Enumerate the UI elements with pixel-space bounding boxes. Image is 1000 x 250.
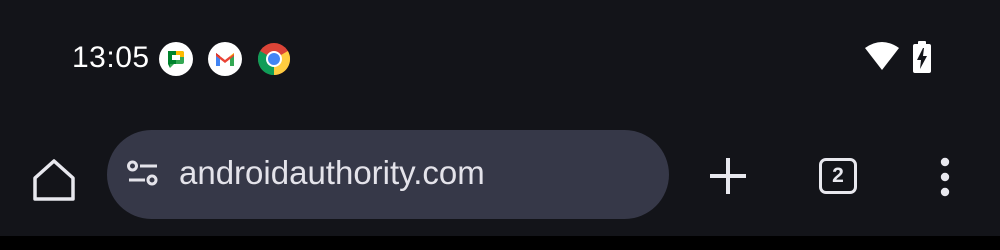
url-bar[interactable]: androidauthority.com	[107, 130, 669, 219]
browser-toolbar: androidauthority.com 2	[0, 110, 1000, 236]
google-chat-icon	[159, 42, 193, 76]
wifi-icon	[865, 42, 899, 70]
toolbar-divider	[0, 236, 1000, 250]
more-vert-icon[interactable]	[932, 155, 958, 199]
plus-icon[interactable]	[704, 156, 752, 196]
tab-switcher-button[interactable]: 2	[819, 158, 857, 194]
battery-charging-icon	[913, 41, 931, 73]
chrome-icon	[257, 42, 291, 76]
url-text[interactable]: androidauthority.com	[179, 152, 485, 194]
home-icon[interactable]	[30, 156, 78, 204]
gmail-icon	[208, 42, 242, 76]
status-bar: 13:05	[0, 0, 1000, 110]
browser-screen: 13:05 androidauthority.com 2	[0, 0, 1000, 250]
tab-count: 2	[832, 164, 844, 187]
tune-icon[interactable]	[126, 158, 160, 192]
status-clock: 13:05	[72, 41, 150, 74]
